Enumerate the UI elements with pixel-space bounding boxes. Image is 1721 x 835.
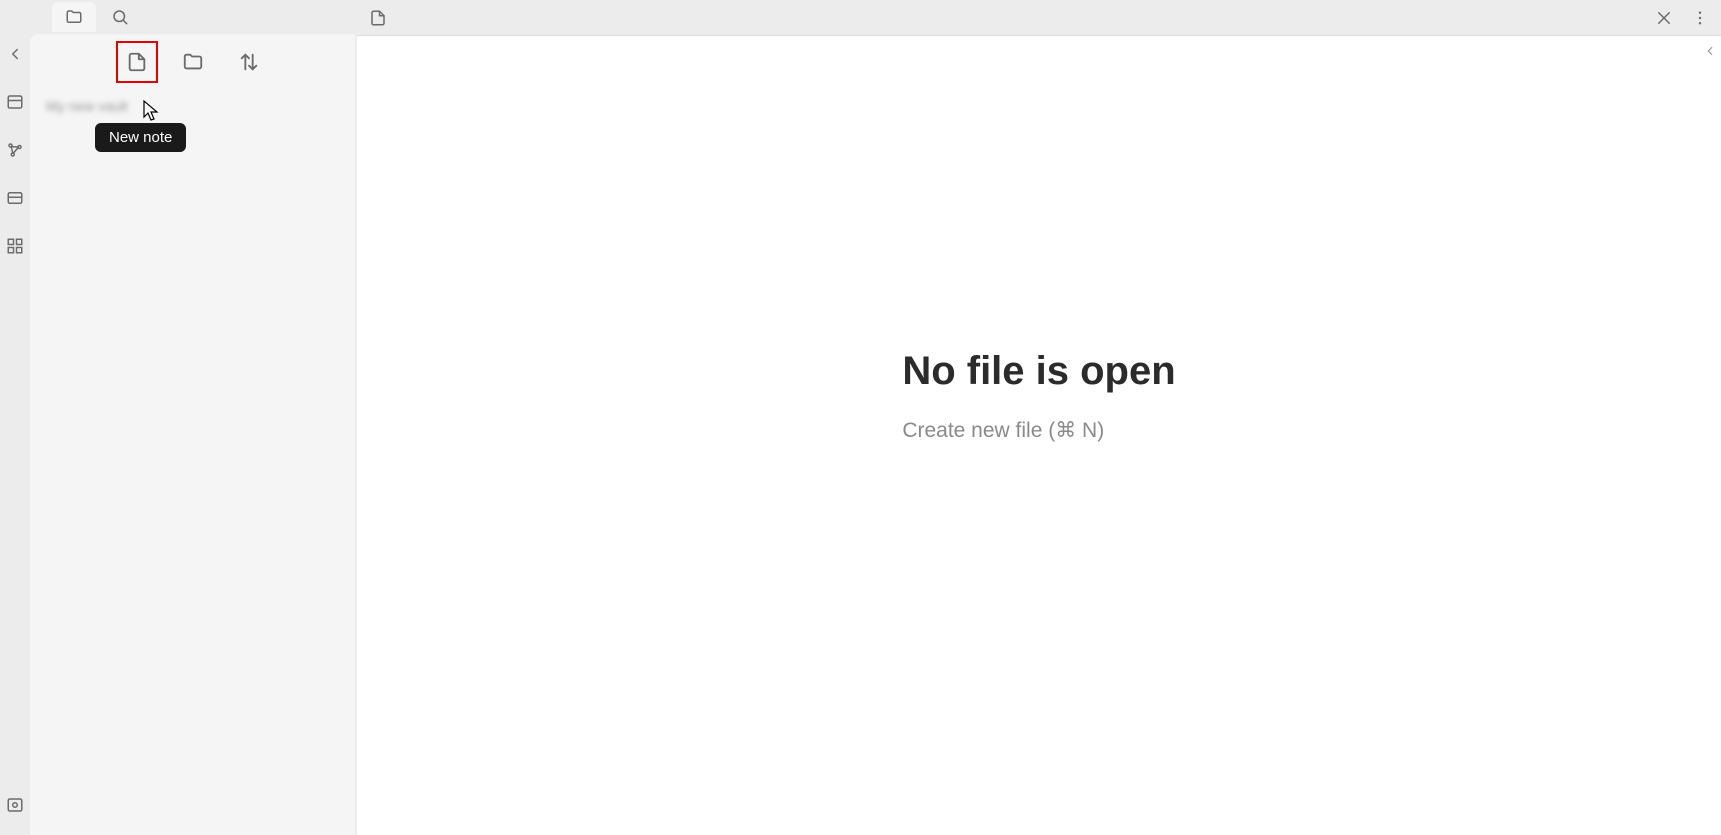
vault-name: My new vault	[30, 90, 355, 122]
main-editor-area: No file is open Create new file (⌘ N)	[357, 0, 1721, 835]
left-ribbon	[0, 0, 30, 835]
empty-state: No file is open Create new file (⌘ N)	[902, 349, 1175, 443]
sidebar-toolbar	[30, 34, 355, 90]
sidebar-tabs	[30, 0, 355, 34]
empty-state-subtitle[interactable]: Create new file (⌘ N)	[902, 418, 1175, 443]
collapse-left-icon[interactable]	[5, 44, 25, 64]
files-tab[interactable]	[52, 2, 96, 32]
close-tab-icon[interactable]	[1655, 9, 1673, 27]
vault-icon[interactable]	[5, 795, 25, 815]
search-tab[interactable]	[98, 2, 142, 32]
new-note-tooltip: New note	[95, 123, 186, 152]
editor-content: No file is open Create new file (⌘ N)	[357, 36, 1721, 835]
command-palette-icon[interactable]	[5, 236, 25, 256]
quick-switcher-icon[interactable]	[5, 92, 25, 112]
collapse-right-icon[interactable]	[1703, 44, 1717, 63]
sidebar: My new vault New note	[30, 0, 355, 835]
new-folder-button[interactable]	[174, 43, 212, 81]
canvas-icon[interactable]	[5, 188, 25, 208]
empty-state-title: No file is open	[902, 349, 1175, 394]
editor-tabbar	[357, 0, 1721, 36]
sort-button[interactable]	[230, 43, 268, 81]
sidebar-content: My new vault New note	[30, 34, 355, 835]
new-note-button[interactable]	[116, 41, 158, 83]
more-options-icon[interactable]	[1691, 9, 1709, 27]
graph-view-icon[interactable]	[5, 140, 25, 160]
new-tab-icon[interactable]	[369, 9, 387, 27]
